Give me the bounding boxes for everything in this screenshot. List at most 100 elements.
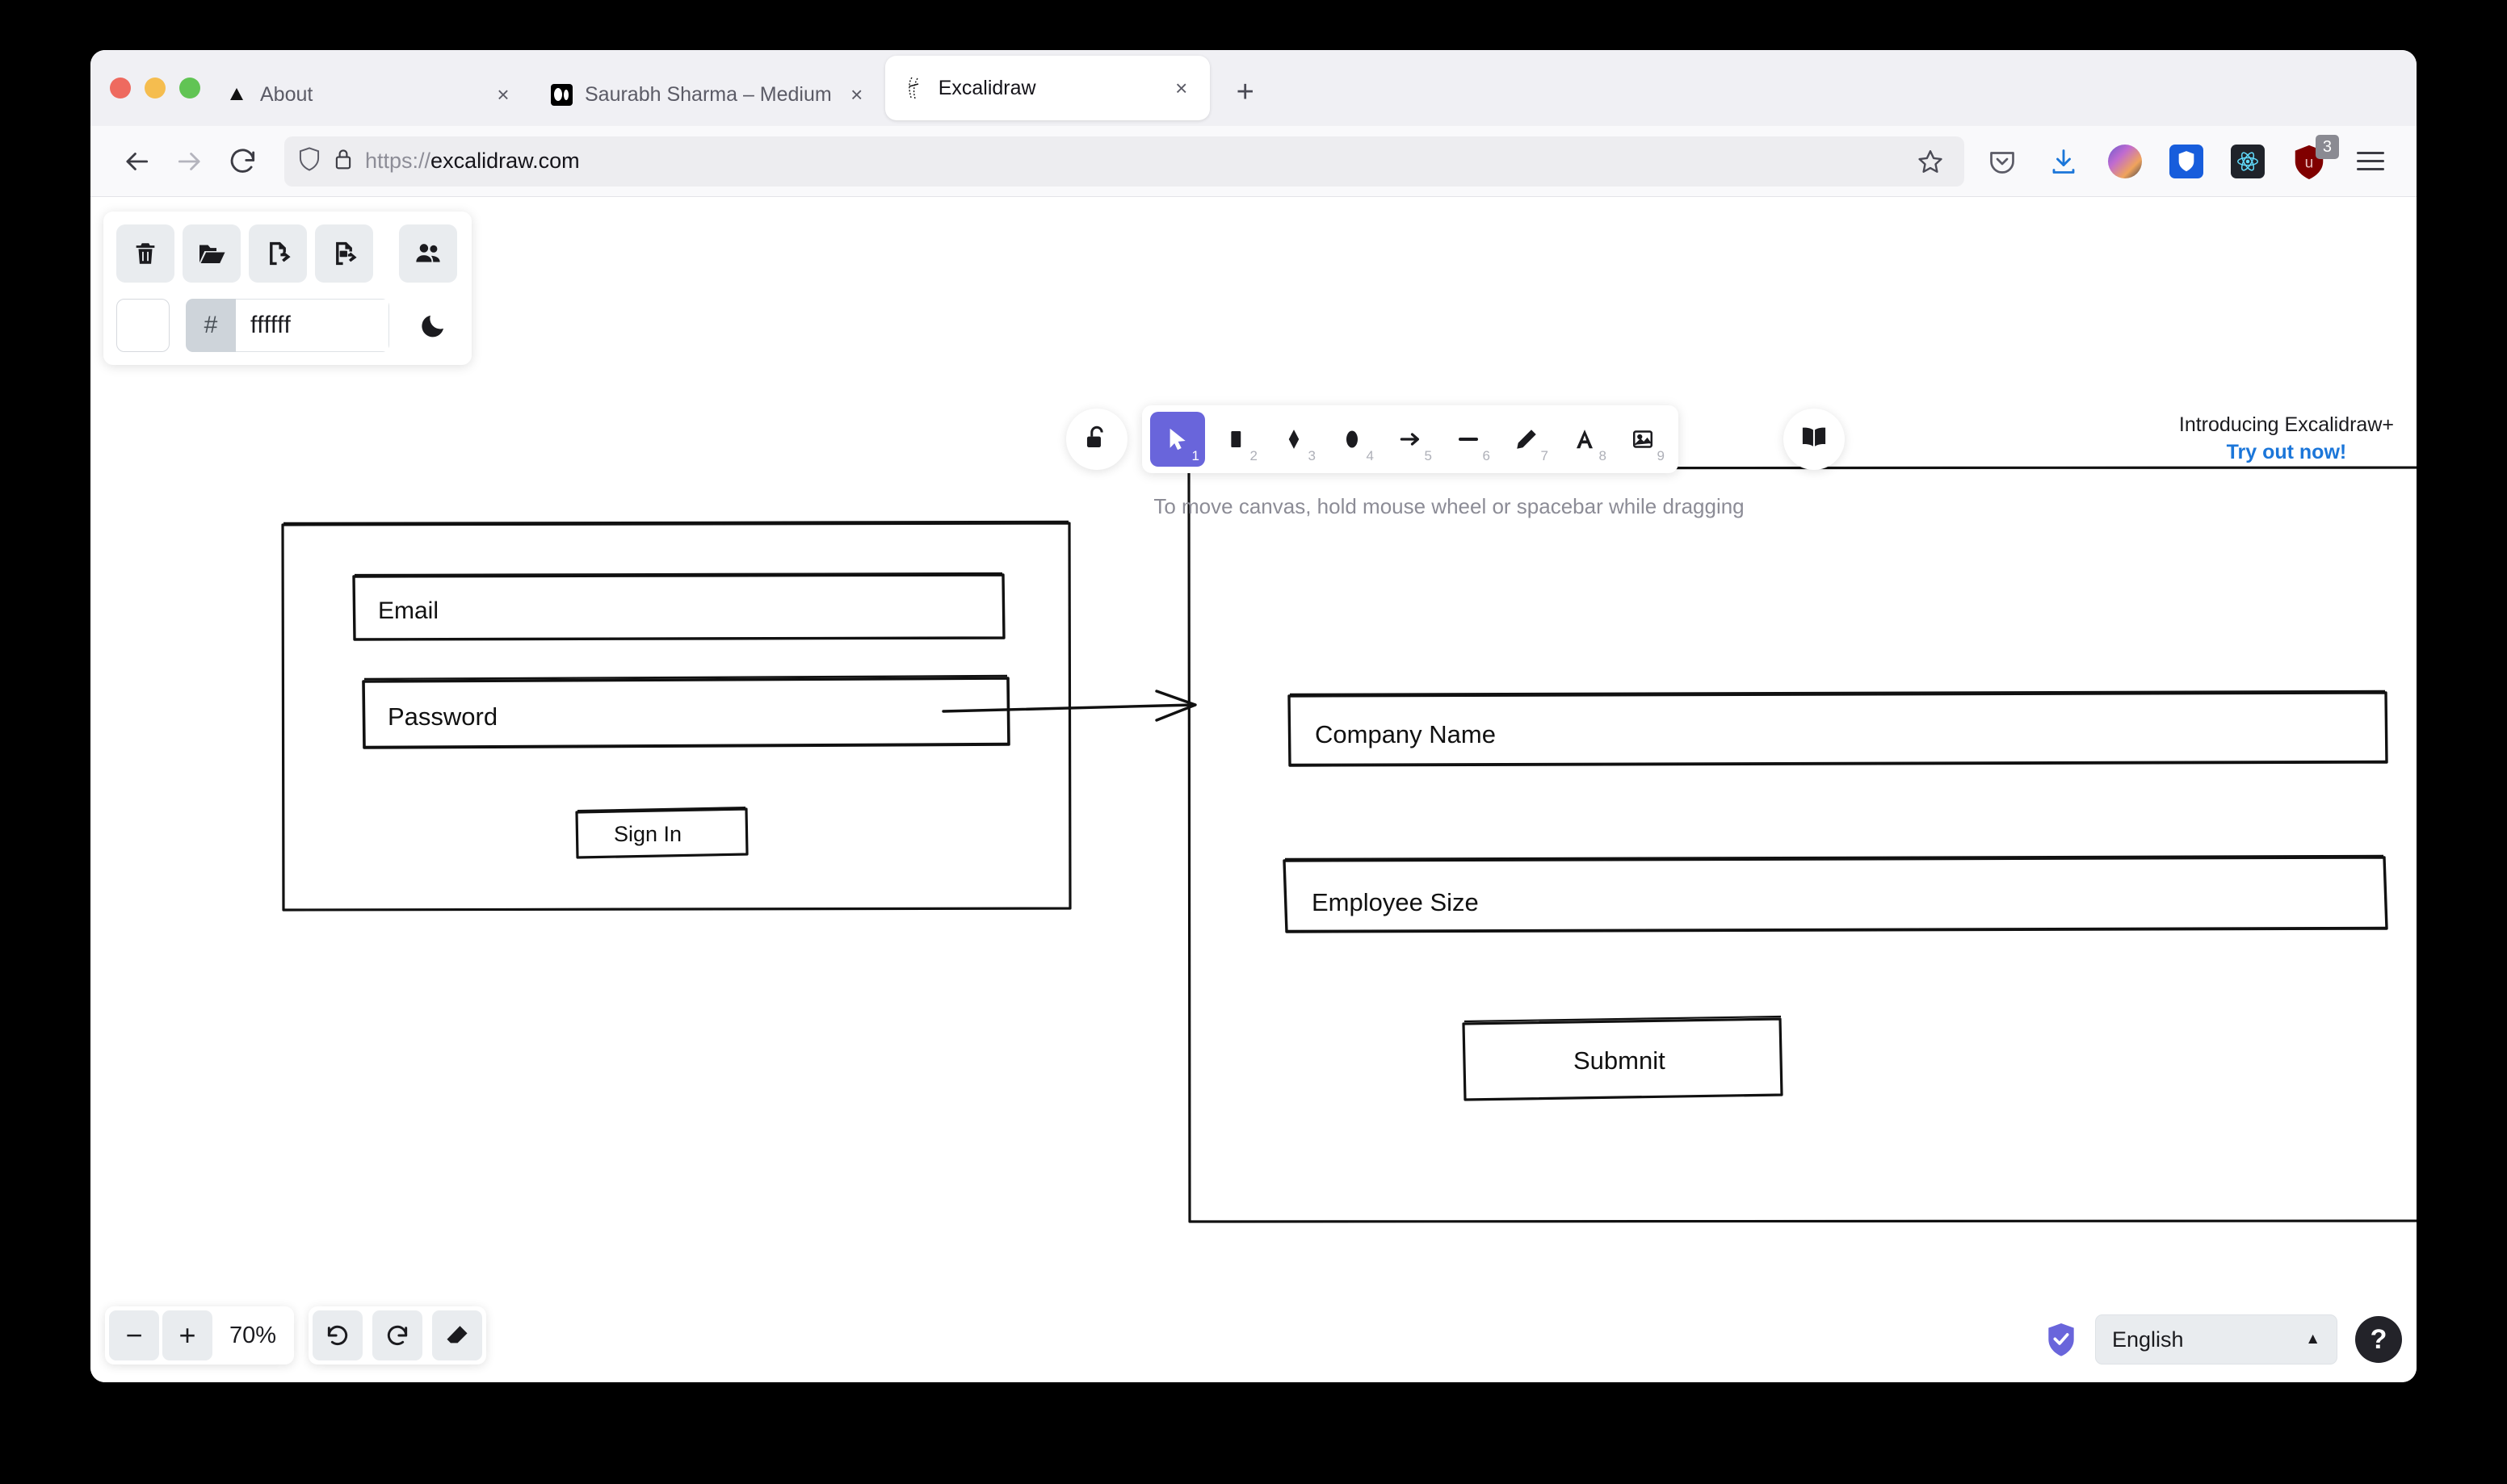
text-tool[interactable]: 8 — [1557, 412, 1612, 467]
canvas-action-buttons — [116, 224, 459, 283]
rectangle-tool[interactable]: 2 — [1208, 412, 1263, 467]
tracking-protection-shield-icon[interactable] — [297, 146, 321, 176]
svg-text:u: u — [2305, 154, 2314, 171]
library-button[interactable] — [1783, 409, 1845, 470]
bottom-left-controls: − + 70% — [105, 1306, 486, 1365]
history-controls — [309, 1306, 486, 1365]
excalidraw-canvas[interactable]: Email Password Sign In Company Name Empl… — [90, 197, 2417, 1382]
drawn-field-label-password: Password — [388, 702, 498, 731]
lock-tool-button[interactable] — [1066, 409, 1128, 470]
navigation-toolbar: https://excalidraw.com u 3 — [90, 126, 2417, 197]
bookmark-star-icon[interactable] — [1909, 140, 1951, 182]
zoom-out-button[interactable]: − — [109, 1310, 159, 1360]
tab-title: Excalidraw — [938, 76, 1036, 99]
address-bar[interactable]: https://excalidraw.com — [284, 136, 1964, 187]
react-devtools-icon[interactable] — [2226, 140, 2270, 183]
tab-about[interactable]: About × — [207, 63, 531, 126]
moon-icon[interactable] — [409, 300, 459, 350]
canvas-background-swatch[interactable] — [116, 299, 170, 352]
bitwarden-icon[interactable] — [2165, 140, 2208, 183]
tab-strip: About × Saurabh Sharma – Medium × Excali… — [90, 50, 2417, 126]
canvas-actions-panel: # ffffff — [103, 212, 472, 365]
eraser-button[interactable] — [432, 1310, 482, 1360]
zoom-level-label[interactable]: 70% — [216, 1323, 290, 1349]
tab-medium[interactable]: Saurabh Sharma – Medium × — [531, 63, 885, 126]
close-window-button[interactable] — [110, 78, 131, 99]
account-avatar[interactable] — [2103, 140, 2147, 183]
tool-shortcut: 8 — [1598, 448, 1606, 463]
downloads-icon[interactable] — [2042, 140, 2085, 183]
tool-shortcut: 2 — [1249, 448, 1258, 463]
firefox-about-icon — [225, 82, 249, 107]
padlock-open-icon — [1083, 424, 1111, 455]
close-tab-button[interactable]: × — [489, 81, 517, 108]
hamburger-menu-icon[interactable] — [2349, 140, 2392, 183]
draw-tool[interactable]: 7 — [1499, 412, 1554, 467]
line-tool[interactable]: 6 — [1441, 412, 1496, 467]
pocket-icon[interactable] — [1980, 140, 2024, 183]
close-tab-button[interactable]: × — [1168, 74, 1195, 102]
redo-button[interactable] — [372, 1310, 422, 1360]
language-value: English — [2112, 1327, 2184, 1352]
back-button[interactable] — [111, 136, 162, 187]
canvas-hint-text: To move canvas, hold mouse wheel or spac… — [1153, 494, 1745, 518]
close-tab-button[interactable]: × — [843, 81, 871, 108]
canvas-background-row: # ffffff — [116, 299, 459, 352]
tool-shortcut: 6 — [1482, 448, 1490, 463]
canvas-background-color-field[interactable]: # ffffff — [186, 299, 389, 352]
hex-prefix-label: # — [186, 299, 236, 352]
book-icon — [1799, 423, 1829, 456]
zoom-controls: − + 70% — [105, 1306, 294, 1365]
extension-toolbar: u 3 — [1980, 134, 2396, 183]
excalidraw-icon — [903, 76, 927, 100]
export-file-button[interactable] — [249, 224, 307, 283]
shape-toolbar: 1 2 3 4 5 6 7 8 9 — [1142, 405, 1678, 473]
minimize-window-button[interactable] — [145, 78, 166, 99]
excalidraw-app: Email Password Sign In Company Name Empl… — [90, 197, 2417, 1382]
drawn-field-label-employee-size: Employee Size — [1312, 888, 1479, 916]
help-button[interactable]: ? — [2355, 1316, 2402, 1363]
shield-check-icon — [2045, 1321, 2077, 1358]
ublock-origin-icon[interactable]: u 3 — [2287, 134, 2339, 183]
new-tab-button[interactable]: + — [1223, 69, 1268, 115]
language-select[interactable]: English ▲ — [2095, 1314, 2337, 1365]
open-button[interactable] — [183, 224, 241, 283]
tab-title: Saurabh Sharma – Medium — [585, 82, 832, 106]
tab-excalidraw[interactable]: Excalidraw × — [884, 56, 1210, 120]
excalidraw-plus-promo: Introducing Excalidraw+ Try out now! — [2179, 412, 2394, 467]
tool-shortcut: 5 — [1424, 448, 1432, 463]
image-tool[interactable]: 9 — [1615, 412, 1670, 467]
chevron-up-icon: ▲ — [2305, 1331, 2320, 1348]
zoom-in-button[interactable]: + — [162, 1310, 212, 1360]
drawn-button-label-submit: Submnit — [1573, 1046, 1665, 1075]
drawn-button-label-sign-in: Sign In — [614, 822, 682, 846]
export-image-button[interactable] — [315, 224, 373, 283]
reload-button[interactable] — [218, 136, 268, 187]
desktop-background: About × Saurabh Sharma – Medium × Excali… — [0, 0, 2507, 1484]
promo-link[interactable]: Try out now! — [2179, 439, 2394, 467]
arrow-tool[interactable]: 5 — [1383, 412, 1438, 467]
hex-color-input[interactable]: ffffff — [236, 299, 389, 352]
live-collaboration-button[interactable] — [399, 224, 457, 283]
lock-icon[interactable] — [333, 147, 354, 175]
browser-window: About × Saurabh Sharma – Medium × Excali… — [90, 50, 2417, 1382]
tool-shortcut: 3 — [1308, 448, 1316, 463]
drawn-field-label-company-name: Company Name — [1315, 720, 1496, 748]
reset-canvas-button[interactable] — [116, 224, 174, 283]
maximize-window-button[interactable] — [179, 78, 200, 99]
diamond-tool[interactable]: 3 — [1266, 412, 1321, 467]
tab-list: About × Saurabh Sharma – Medium × Excali… — [207, 50, 1268, 126]
undo-button[interactable] — [313, 1310, 363, 1360]
tool-shortcut: 7 — [1540, 448, 1548, 463]
tool-shortcut: 9 — [1657, 448, 1665, 463]
tab-title: About — [260, 82, 313, 106]
url-text: https://excalidraw.com — [365, 149, 580, 173]
selection-tool[interactable]: 1 — [1150, 412, 1205, 467]
forward-button[interactable] — [165, 136, 215, 187]
promo-headline: Introducing Excalidraw+ — [2178, 413, 2394, 436]
tool-shortcut: 4 — [1366, 448, 1374, 463]
ellipse-tool[interactable]: 4 — [1325, 412, 1379, 467]
drawn-field-label-email: Email — [378, 597, 439, 624]
medium-icon — [549, 82, 573, 107]
extension-badge-count: 3 — [2315, 134, 2339, 159]
